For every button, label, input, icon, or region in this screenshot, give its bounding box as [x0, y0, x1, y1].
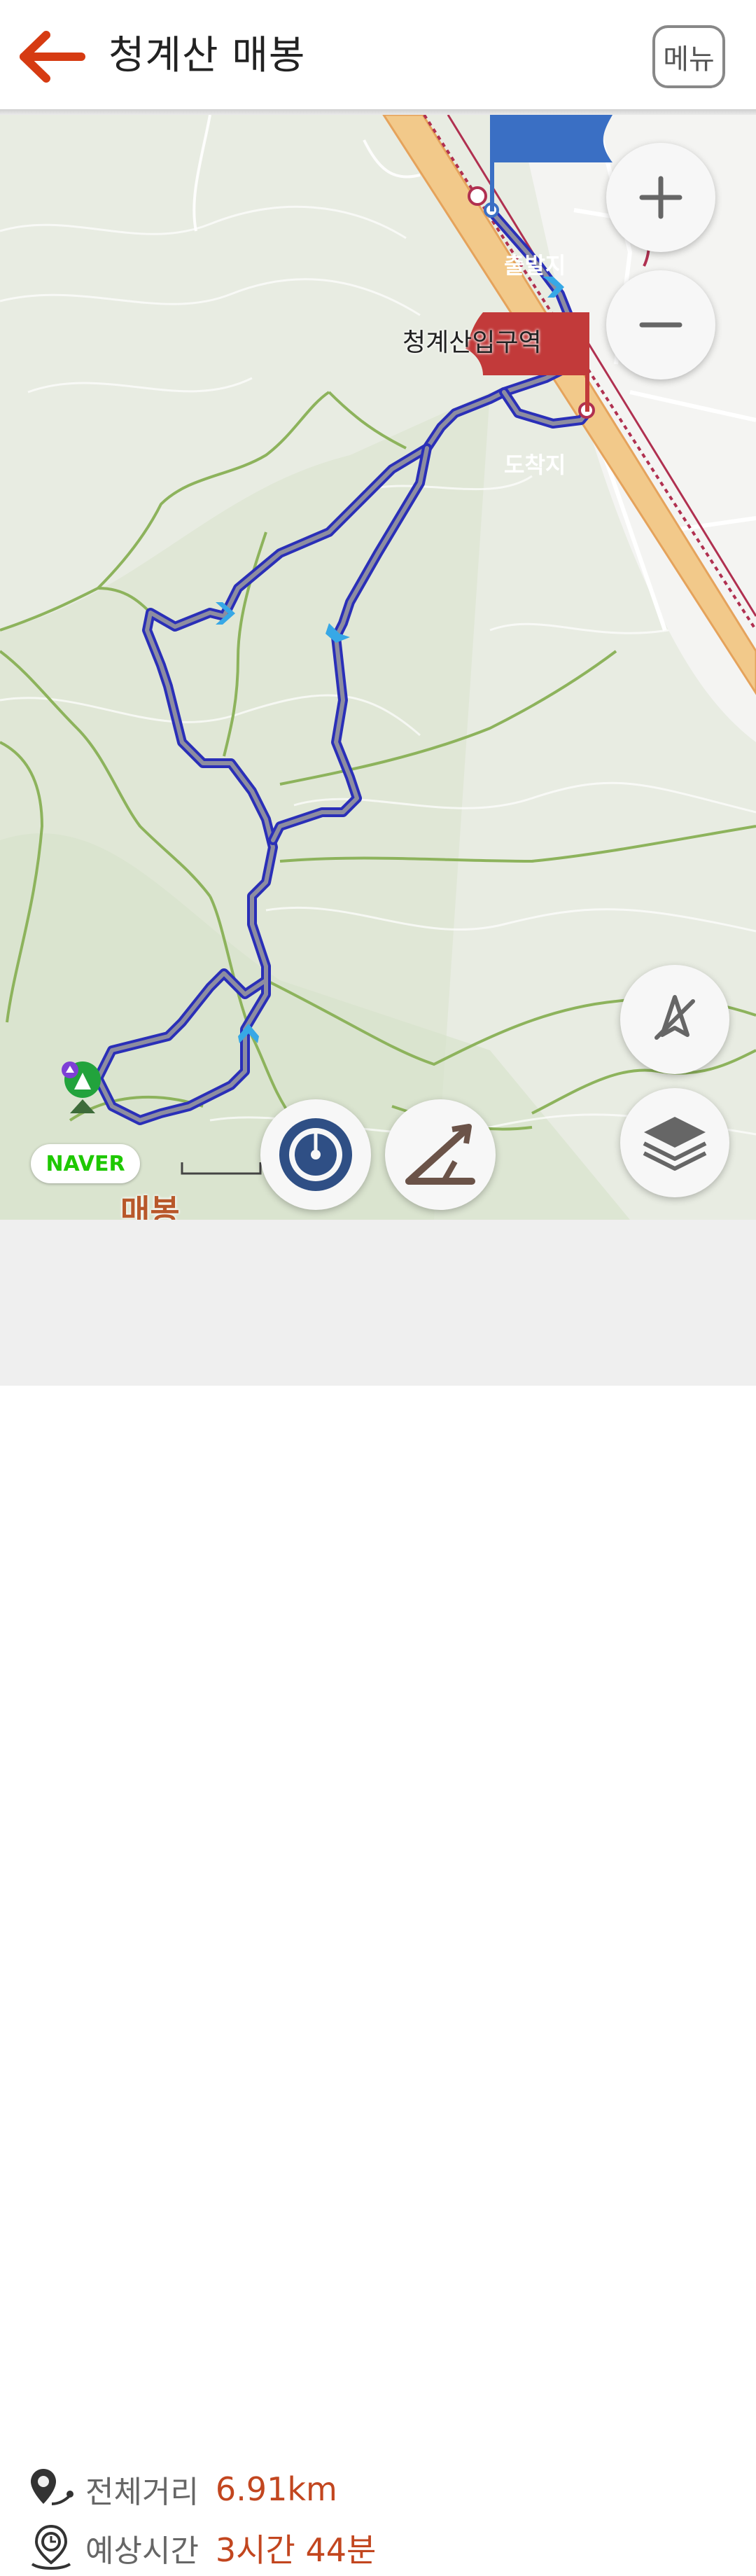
elevation-button[interactable]: [385, 1099, 496, 1210]
time-row: 예상시간 3시간 44분: [27, 2520, 376, 2576]
time-label: 예상시간: [85, 2533, 199, 2569]
start-flag-label: 출발지: [504, 252, 566, 279]
header-divider: [0, 109, 756, 115]
station-label: 청계산입구역: [402, 328, 542, 357]
map-view[interactable]: 출발지 도착지 청계산입구역 매봉 매봉 0 200 NAVER: [0, 115, 756, 1220]
distance-value: 6.91km: [215, 2470, 337, 2508]
app-header: 청계산 매봉 메뉴: [0, 0, 756, 112]
plus-icon: [639, 176, 682, 219]
clock-location-icon: [31, 2524, 71, 2570]
speed-button[interactable]: [260, 1099, 371, 1210]
distance-label: 전체거리: [85, 2474, 199, 2510]
compass-off-icon: [654, 995, 695, 1040]
end-flag-label: 도착지: [504, 452, 566, 478]
peak-name-label: 매봉: [120, 1192, 180, 1220]
compass-button[interactable]: [620, 965, 729, 1074]
speedometer-icon: [279, 1118, 352, 1191]
naver-attribution[interactable]: NAVER: [31, 1144, 140, 1183]
zoom-in-button[interactable]: [606, 143, 715, 252]
minus-icon: [639, 322, 682, 328]
menu-button[interactable]: 메뉴: [652, 25, 725, 88]
elevation-profile-icon: [405, 1124, 475, 1185]
back-arrow-icon[interactable]: [17, 28, 87, 85]
layers-icon: [643, 1117, 707, 1171]
route-summary-panel: 전체거리 6.91km 예상시간 3시간 44분: [0, 1220, 756, 2570]
time-value: 3시간 44분: [215, 2531, 377, 2569]
zoom-out-button[interactable]: [606, 270, 715, 380]
map-pin-route-icon: [31, 2469, 74, 2505]
page-title: 청계산 매봉: [108, 33, 306, 78]
distance-row: 전체거리 6.91km: [27, 2461, 337, 2517]
layers-button[interactable]: [620, 1088, 729, 1197]
